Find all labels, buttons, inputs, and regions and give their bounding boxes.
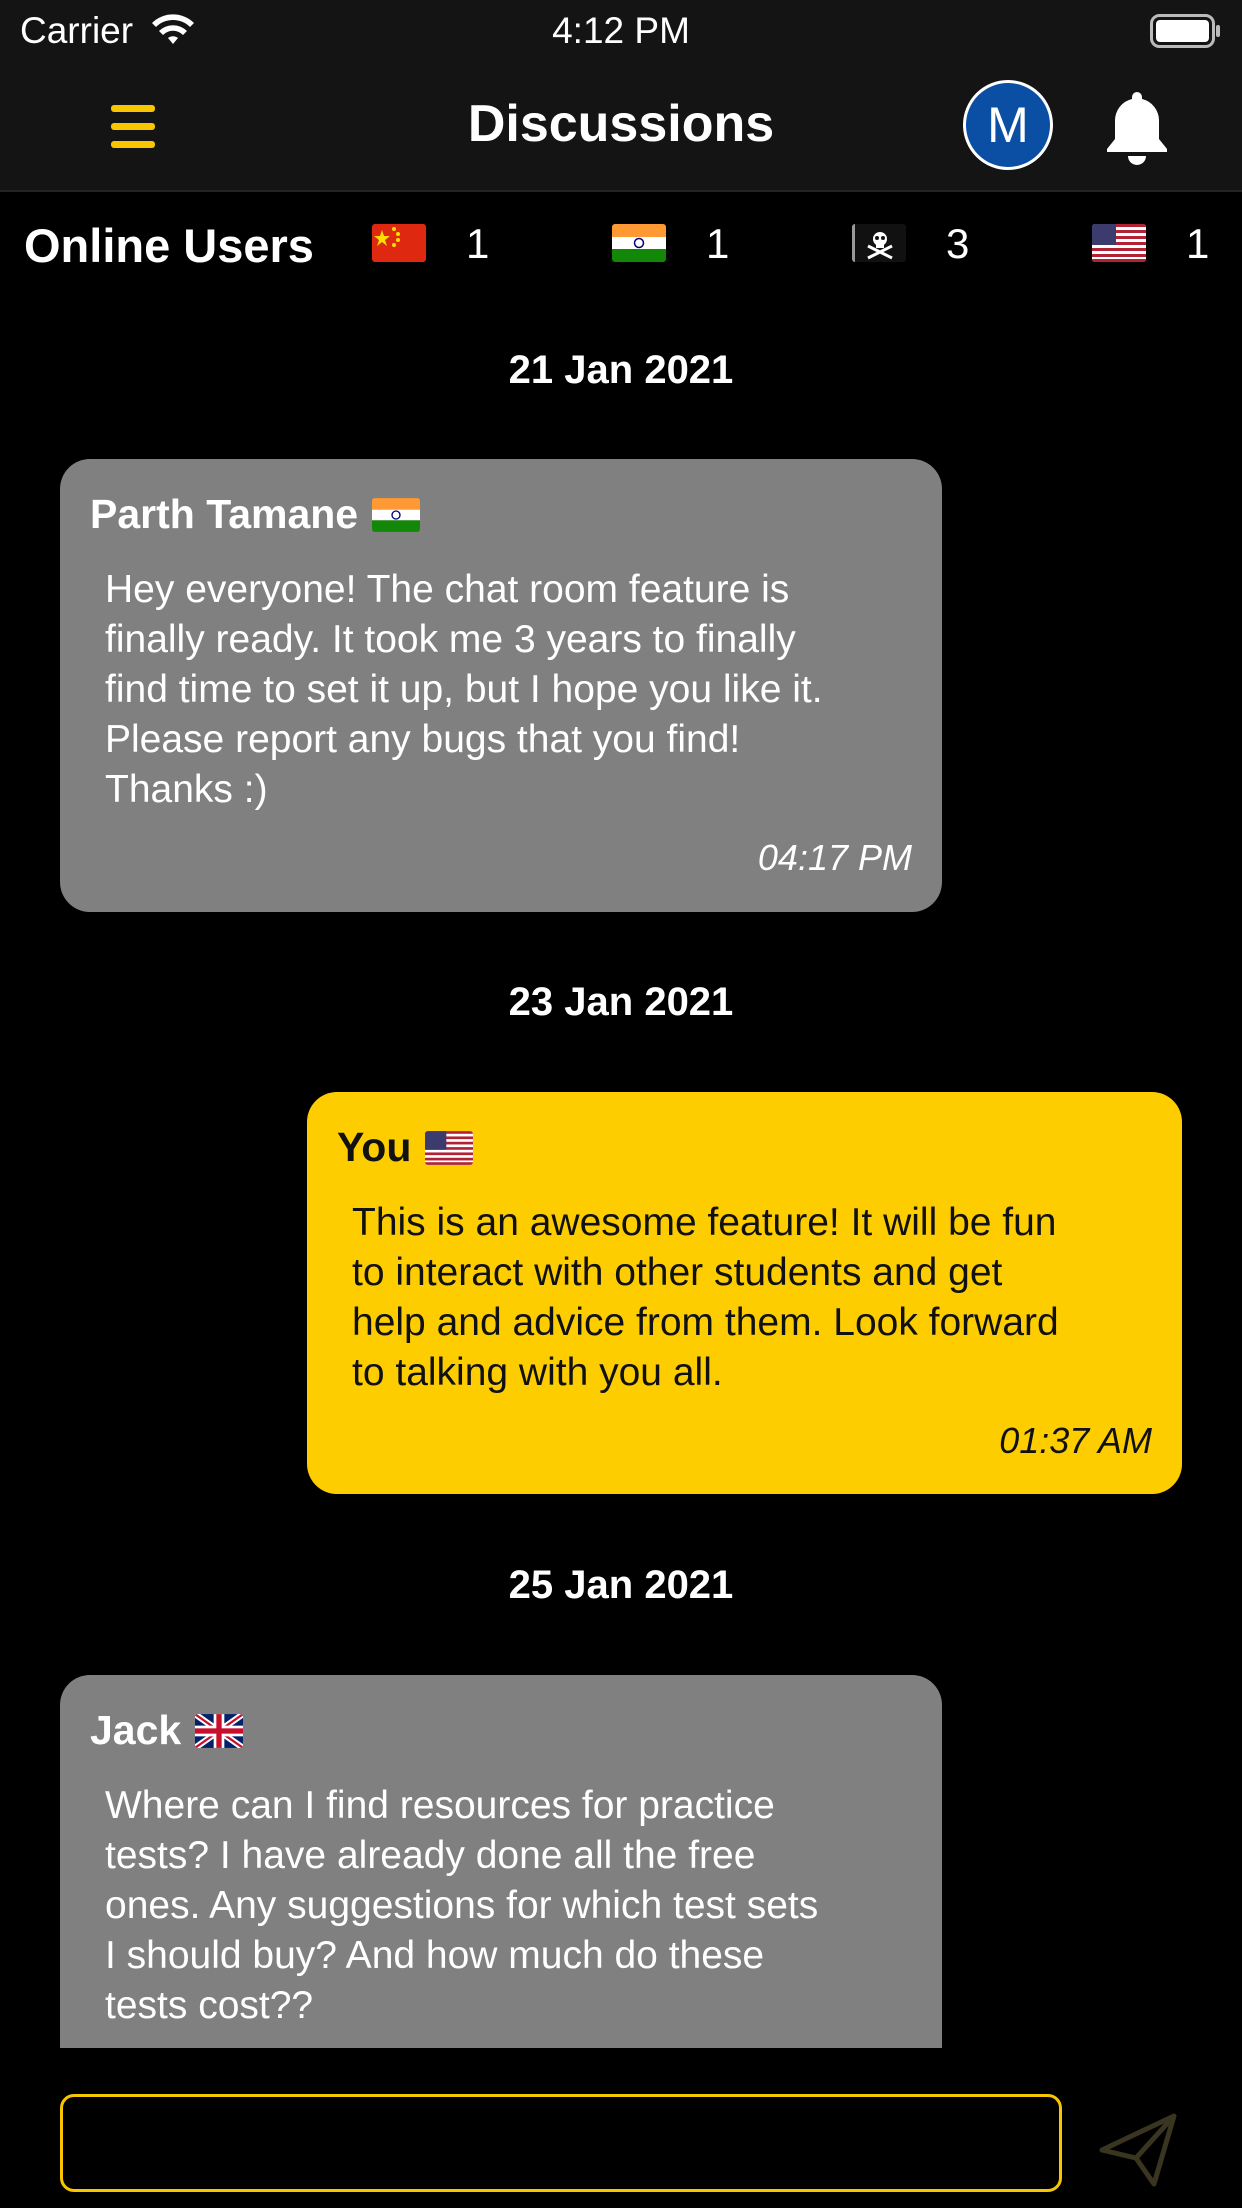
online-users-title: Online Users (24, 219, 314, 272)
message-text: Where can I find resources for practice … (105, 1784, 819, 2027)
india-flag-icon (612, 224, 666, 262)
usa-flag-icon (425, 1130, 474, 1165)
message-time: 04:17 PM (757, 837, 912, 878)
chat-messages[interactable]: 21 Jan 2021 Parth Tamane Hey everyone! T… (0, 296, 1242, 2048)
message-bubble[interactable]: Parth Tamane Hey everyone! The chat room… (60, 459, 942, 912)
pirate-flag-icon (852, 224, 906, 262)
bell-icon[interactable] (1104, 88, 1170, 166)
uk-flag-icon (195, 1713, 244, 1748)
usa-flag-icon (1092, 224, 1146, 262)
message-bubble-mine[interactable]: You This is an awesome feature! It will … (307, 1092, 1182, 1494)
date-separator: 23 Jan 2021 (508, 980, 734, 1024)
send-icon[interactable] (1098, 2112, 1178, 2188)
navigation-bar: Discussions M (0, 62, 1242, 192)
message-text: This is an awesome feature! It will be f… (352, 1201, 1059, 1394)
message-time: 01:37 AM (999, 1420, 1152, 1461)
india-flag-icon (372, 497, 421, 532)
online-count: 1 (466, 220, 490, 267)
sender-name: You (337, 1124, 412, 1170)
battery-icon (1150, 14, 1220, 48)
online-count: 3 (946, 220, 970, 267)
online-count: 1 (706, 220, 730, 267)
sender-name: Jack (90, 1707, 182, 1753)
message-input[interactable] (60, 2094, 1062, 2192)
status-bar: Carrier 4:12 PM (0, 0, 1242, 62)
status-time: 4:12 PM (552, 10, 690, 51)
online-users-bar: Online Users 1 1 3 1 (0, 194, 1242, 294)
message-bubble[interactable]: Jack Where can I find resources for prac… (60, 1675, 942, 2048)
avatar[interactable]: M (963, 80, 1053, 170)
page-title: Discussions (467, 95, 775, 153)
date-separator: 25 Jan 2021 (508, 1563, 734, 1607)
online-count: 1 (1186, 220, 1210, 267)
date-separator: 21 Jan 2021 (508, 348, 734, 392)
sender-name: Parth Tamane (90, 491, 359, 537)
message-composer (0, 2048, 1242, 2208)
message-text: Hey everyone! The chat room feature is f… (105, 568, 823, 811)
china-flag-icon (372, 224, 426, 262)
